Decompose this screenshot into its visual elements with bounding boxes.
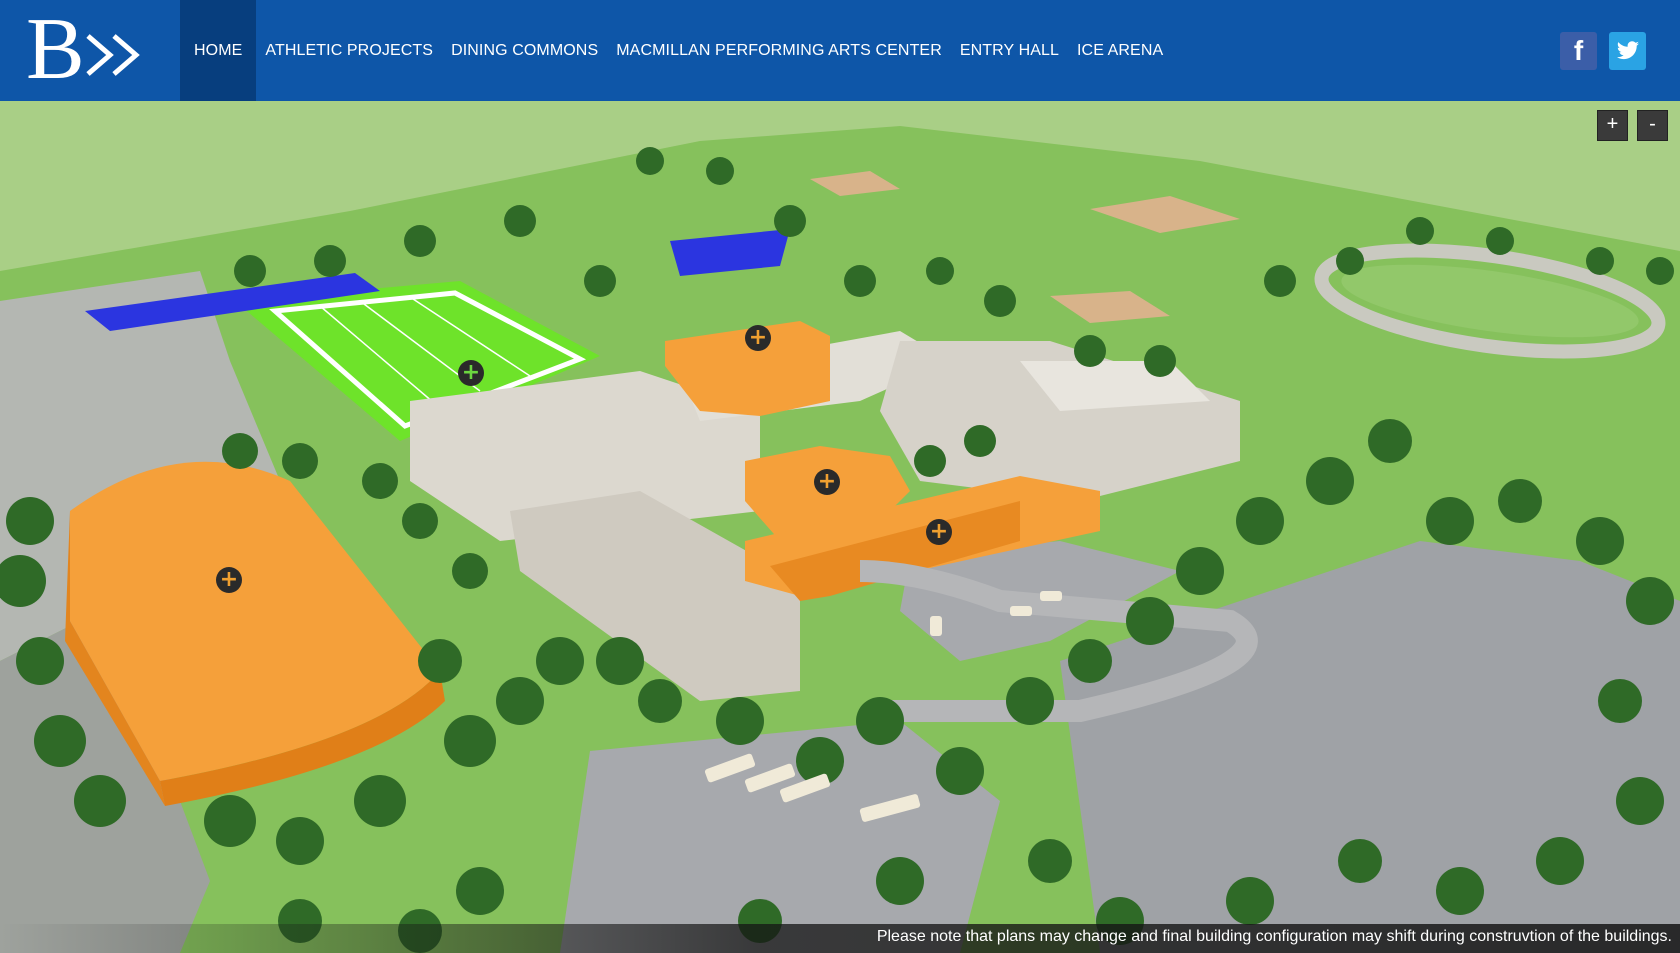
nav-ice-arena[interactable]: ICE ARENA	[1068, 0, 1172, 101]
nav-athletic-projects[interactable]: ATHLETIC PROJECTS	[256, 0, 442, 101]
zoom-in-button[interactable]: +	[1597, 110, 1628, 141]
nav-macmillan-performing-arts-center[interactable]: MACMILLAN PERFORMING ARTS CENTER	[607, 0, 951, 101]
facebook-icon[interactable]: f	[1560, 32, 1597, 70]
zoom-out-button[interactable]: -	[1637, 110, 1668, 141]
marker-entry-hall[interactable]: +	[926, 519, 952, 545]
logo-letter: B	[26, 1, 85, 98]
nav-entry-hall[interactable]: ENTRY HALL	[951, 0, 1068, 101]
twitter-icon[interactable]	[1609, 32, 1646, 70]
campus-map[interactable]: + + + + +	[0, 101, 1680, 953]
nav-dining-commons[interactable]: DINING COMMONS	[442, 0, 607, 101]
twitter-bird-icon	[1616, 41, 1639, 60]
marker-dining-commons[interactable]: +	[745, 325, 771, 351]
facebook-glyph: f	[1573, 35, 1584, 66]
campus-rendering	[0, 101, 1680, 953]
top-navigation-bar: B HOME ATHLETIC PROJECTS DINING COMMONS …	[0, 0, 1680, 101]
disclaimer-text: Please note that plans may change and fi…	[876, 928, 1672, 945]
logo[interactable]: B	[26, 6, 144, 94]
nav-home[interactable]: HOME	[180, 0, 257, 101]
marker-ice-arena[interactable]: +	[216, 567, 242, 593]
double-chevron-icon	[86, 34, 140, 76]
disclaimer-bar: Please note that plans may change and fi…	[0, 924, 1680, 953]
marker-athletic-projects[interactable]: +	[458, 360, 484, 386]
marker-performing-arts-center[interactable]: +	[814, 469, 840, 495]
main-nav: HOME ATHLETIC PROJECTS DINING COMMONS MA…	[180, 0, 1172, 101]
